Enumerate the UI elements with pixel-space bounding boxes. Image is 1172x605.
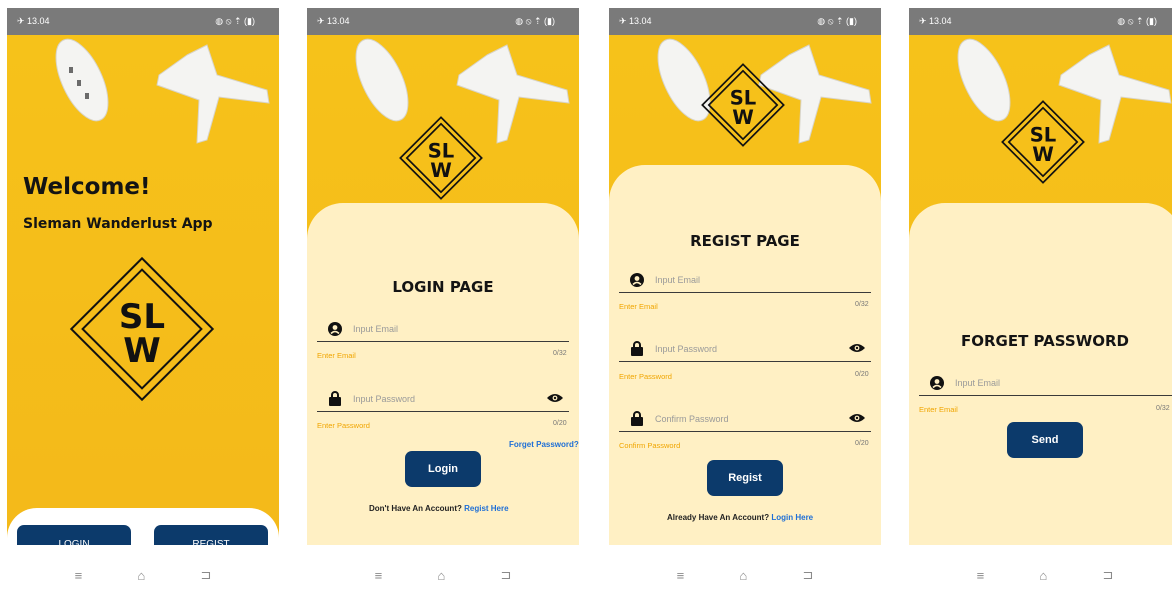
system-nav-bar: ≡ ⌂ ⊐ xyxy=(909,545,1172,605)
password-field[interactable]: Input Password xyxy=(619,336,871,362)
status-time: ✈ 13.04 xyxy=(317,16,350,26)
welcome-heading: Welcome! xyxy=(23,174,151,200)
send-button[interactable]: Send xyxy=(1007,422,1083,458)
home-nav-icon[interactable]: ⌂ xyxy=(137,568,145,583)
password-hint: Enter Password xyxy=(619,372,672,381)
email-hint: Enter Email xyxy=(317,351,356,360)
confirm-placeholder: Confirm Password xyxy=(655,413,729,424)
svg-text:W: W xyxy=(732,106,754,129)
airplanes-image xyxy=(55,38,270,144)
confirm-counter: 0/20 xyxy=(855,440,869,447)
home-nav-icon[interactable]: ⌂ xyxy=(739,568,747,583)
page-title: REGIST PAGE xyxy=(690,232,800,250)
password-hint: Enter Password xyxy=(317,421,370,430)
user-icon xyxy=(625,272,649,287)
back-nav-icon[interactable]: ⊐ xyxy=(802,567,813,583)
home-nav-icon[interactable]: ⌂ xyxy=(437,568,445,583)
regist-here-link[interactable]: Regist Here xyxy=(464,504,508,513)
have-account-text: Already Have An Account? xyxy=(667,513,770,522)
slw-logo: SL W xyxy=(399,116,483,200)
slw-logo: SL W xyxy=(1001,100,1085,184)
system-nav-bar: ≡ ⌂ ⊐ xyxy=(307,545,579,605)
regist-button[interactable]: Regist xyxy=(707,460,783,496)
slw-logo: SL W xyxy=(701,63,785,147)
email-counter: 0/32 xyxy=(855,301,869,308)
status-icons: ◍ ⦸ ⇡ (▮) xyxy=(215,16,255,26)
menu-nav-icon[interactable]: ≡ xyxy=(75,568,83,583)
menu-nav-icon[interactable]: ≡ xyxy=(977,568,985,583)
welcome-screen: ✈ 13.04 ◍ ⦸ ⇡ (▮) Welcome! Sleman Wander… xyxy=(7,8,279,605)
status-time: ✈ 13.04 xyxy=(919,16,952,26)
lock-icon xyxy=(625,341,649,356)
email-counter: 0/32 xyxy=(1156,405,1170,412)
menu-nav-icon[interactable]: ≡ xyxy=(677,568,685,583)
status-bar: ✈ 13.04 ◍ ⦸ ⇡ (▮) xyxy=(609,8,881,35)
email-field[interactable]: Input Email xyxy=(317,316,569,342)
password-field[interactable]: Input Password xyxy=(317,386,569,412)
confirm-password-field[interactable]: Confirm Password xyxy=(619,406,871,432)
email-hint: Enter Email xyxy=(619,302,658,311)
email-field[interactable]: Input Email xyxy=(619,267,871,293)
user-icon xyxy=(323,321,347,336)
regist-screen: ✈ 13.04 ◍ ⦸ ⇡ (▮) SL W REGIST PAGE Input… xyxy=(609,8,881,605)
home-nav-icon[interactable]: ⌂ xyxy=(1039,568,1047,583)
svg-text:W: W xyxy=(430,159,452,182)
back-nav-icon[interactable]: ⊐ xyxy=(1102,567,1113,583)
status-bar: ✈ 13.04 ◍ ⦸ ⇡ (▮) xyxy=(307,8,579,35)
password-counter: 0/20 xyxy=(553,420,567,427)
no-account-text: Don't Have An Account? xyxy=(369,504,462,513)
password-counter: 0/20 xyxy=(855,371,869,378)
page-title: LOGIN PAGE xyxy=(392,278,494,296)
status-icons: ◍ ⦸ ⇡ (▮) xyxy=(1117,16,1157,26)
slw-logo: SL W xyxy=(69,256,215,402)
lock-icon xyxy=(625,411,649,426)
forget-password-link[interactable]: Forget Password? xyxy=(509,440,579,449)
menu-nav-icon[interactable]: ≡ xyxy=(375,568,383,583)
back-nav-icon[interactable]: ⊐ xyxy=(200,567,211,583)
regist-prompt: Don't Have An Account? Regist Here xyxy=(369,504,509,513)
status-icons: ◍ ⦸ ⇡ (▮) xyxy=(515,16,555,26)
password-placeholder: Input Password xyxy=(353,393,416,404)
email-counter: 0/32 xyxy=(553,350,567,357)
email-placeholder: Input Email xyxy=(655,274,701,285)
regist-card xyxy=(609,165,881,605)
password-placeholder: Input Password xyxy=(655,343,718,354)
lock-icon xyxy=(323,391,347,406)
login-here-link[interactable]: Login Here xyxy=(771,513,813,522)
status-bar: ✈ 13.04 ◍ ⦸ ⇡ (▮) xyxy=(7,8,279,35)
system-nav-bar: ≡ ⌂ ⊐ xyxy=(7,545,279,605)
svg-text:W: W xyxy=(1032,143,1054,166)
status-time: ✈ 13.04 xyxy=(619,16,652,26)
email-placeholder: Input Email xyxy=(353,323,399,334)
page-title: FORGET PASSWORD xyxy=(960,332,1130,350)
confirm-hint: Confirm Password xyxy=(619,441,681,450)
email-field[interactable]: Input Email xyxy=(919,370,1172,396)
show-password-icon[interactable] xyxy=(547,390,563,408)
status-icons: ◍ ⦸ ⇡ (▮) xyxy=(817,16,857,26)
login-prompt: Already Have An Account? Login Here xyxy=(667,513,813,522)
app-subheading: Sleman Wanderlust App xyxy=(23,216,213,232)
login-button[interactable]: Login xyxy=(405,451,481,487)
show-password-icon[interactable] xyxy=(849,340,865,358)
email-placeholder: Input Email xyxy=(955,377,1001,388)
back-nav-icon[interactable]: ⊐ xyxy=(500,567,511,583)
system-nav-bar: ≡ ⌂ ⊐ xyxy=(609,545,881,605)
login-screen: ✈ 13.04 ◍ ⦸ ⇡ (▮) SL W LOGIN PAGE Input … xyxy=(307,8,579,605)
email-hint: Enter Email xyxy=(919,405,958,414)
status-bar: ✈ 13.04 ◍ ⦸ ⇡ (▮) xyxy=(909,8,1172,35)
show-confirm-password-icon[interactable] xyxy=(849,410,865,428)
forget-password-screen: ✈ 13.04 ◍ ⦸ ⇡ (▮) SL W FORGET PASSWORD I… xyxy=(909,8,1172,605)
user-icon xyxy=(925,375,949,390)
logo-line2: W xyxy=(123,331,161,371)
status-time: ✈ 13.04 xyxy=(17,16,50,26)
